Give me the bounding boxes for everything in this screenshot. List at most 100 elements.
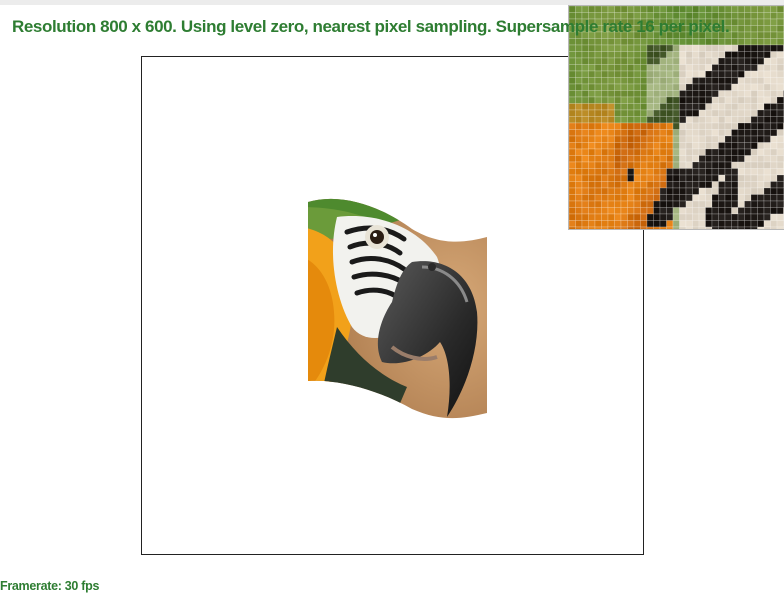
zoom-pixel — [698, 194, 706, 202]
zoom-pixel — [731, 161, 739, 169]
zoom-pixel — [692, 174, 700, 182]
zoom-pixel — [685, 83, 693, 91]
zoom-pixel — [659, 129, 667, 137]
zoom-pixel — [666, 129, 674, 137]
zoom-pixel — [627, 44, 635, 52]
zoom-pixel — [692, 226, 700, 229]
zoom-pixel — [659, 109, 667, 117]
zoom-pixel — [711, 148, 719, 156]
zoom-pixel — [581, 148, 589, 156]
zoom-pixel — [575, 77, 583, 85]
zoom-pixel — [594, 103, 602, 111]
zoom-pixel — [659, 6, 667, 13]
zoom-pixel — [607, 207, 615, 215]
zoom-pixel — [666, 148, 674, 156]
zoom-pixel — [705, 148, 713, 156]
zoom-pixel — [750, 6, 758, 13]
zoom-pixel — [633, 44, 641, 52]
zoom-pixel — [685, 109, 693, 117]
zoom-pixel — [614, 226, 622, 229]
zoom-pixel — [744, 181, 752, 189]
zoom-pixel — [770, 142, 778, 150]
zoom-pixel — [731, 64, 739, 72]
zoom-pixel — [776, 155, 784, 163]
zoom-pixel — [776, 174, 784, 182]
zoom-pixel — [646, 109, 654, 117]
zoom-pixel — [614, 213, 622, 221]
zoom-pixel — [711, 200, 719, 208]
zoom-pixel — [659, 142, 667, 150]
zoom-pixel — [705, 200, 713, 208]
zoom-pixel — [640, 174, 648, 182]
zoom-pixel — [750, 168, 758, 176]
zoom-pixel — [770, 226, 778, 229]
zoom-pixel — [653, 70, 661, 78]
zoom-pixel — [581, 129, 589, 137]
zoom-pixel — [744, 6, 752, 13]
zoom-pixel — [737, 83, 745, 91]
zoom-pixel — [763, 109, 771, 117]
zoom-pixel — [724, 96, 732, 104]
zoom-pixel — [601, 226, 609, 229]
zoom-pixel — [718, 103, 726, 111]
zoom-pixel — [724, 64, 732, 72]
zoom-pixel — [770, 96, 778, 104]
zoom-pixel — [757, 31, 765, 39]
zoom-pixel — [679, 129, 687, 137]
zoom-pixel — [698, 64, 706, 72]
zoom-pixel — [607, 96, 615, 104]
zoom-pixel — [594, 220, 602, 228]
zoom-pixel — [666, 194, 674, 202]
zoom-pixel — [640, 57, 648, 65]
zoom-pixel — [679, 161, 687, 169]
zoom-pixel — [763, 194, 771, 202]
zoom-pixel — [581, 187, 589, 195]
zoom-pixel — [776, 168, 784, 176]
zoom-pixel — [666, 168, 674, 176]
zoom-pixel — [569, 103, 576, 111]
zoom-pixel — [588, 44, 596, 52]
zoom-pixel — [763, 148, 771, 156]
zoom-pixel — [776, 226, 784, 229]
zoom-pixel — [705, 142, 713, 150]
zoom-pixel — [763, 220, 771, 228]
zoom-pixel — [757, 122, 765, 130]
zoom-pixel — [731, 12, 739, 20]
zoom-pixel — [659, 226, 667, 229]
zoom-pixel — [757, 161, 765, 169]
zoom-pixel — [685, 174, 693, 182]
zoom-pixel — [724, 213, 732, 221]
zoom-pixel — [770, 77, 778, 85]
zoom-pixel — [666, 64, 674, 72]
zoom-pixel — [633, 51, 641, 59]
zoom-pixel — [581, 220, 589, 228]
zoom-pixel — [711, 181, 719, 189]
zoom-pixel — [620, 194, 628, 202]
zoom-pixel — [750, 148, 758, 156]
zoom-pixel — [672, 83, 680, 91]
zoom-pixel — [614, 109, 622, 117]
zoom-pixel — [575, 200, 583, 208]
zoom-pixel — [581, 96, 589, 104]
zoom-pixel — [569, 187, 576, 195]
zoom-pixel — [731, 44, 739, 52]
zoom-pixel — [601, 148, 609, 156]
zoom-pixel — [601, 103, 609, 111]
zoom-pixel — [620, 96, 628, 104]
zoom-pixel — [653, 168, 661, 176]
zoom-pixel — [607, 174, 615, 182]
zoom-pixel — [633, 135, 641, 143]
zoom-pixel — [750, 83, 758, 91]
zoom-pixel — [692, 96, 700, 104]
zoom-pixel — [770, 168, 778, 176]
zoom-pixel — [763, 70, 771, 78]
zoom-pixel — [627, 129, 635, 137]
zoom-pixel — [744, 148, 752, 156]
zoom-pixel — [679, 57, 687, 65]
zoom-pixel — [653, 213, 661, 221]
zoom-pixel — [763, 161, 771, 169]
zoom-pixel — [698, 187, 706, 195]
zoom-pixel — [731, 220, 739, 228]
zoom-pixel — [731, 103, 739, 111]
zoom-pixel — [737, 168, 745, 176]
